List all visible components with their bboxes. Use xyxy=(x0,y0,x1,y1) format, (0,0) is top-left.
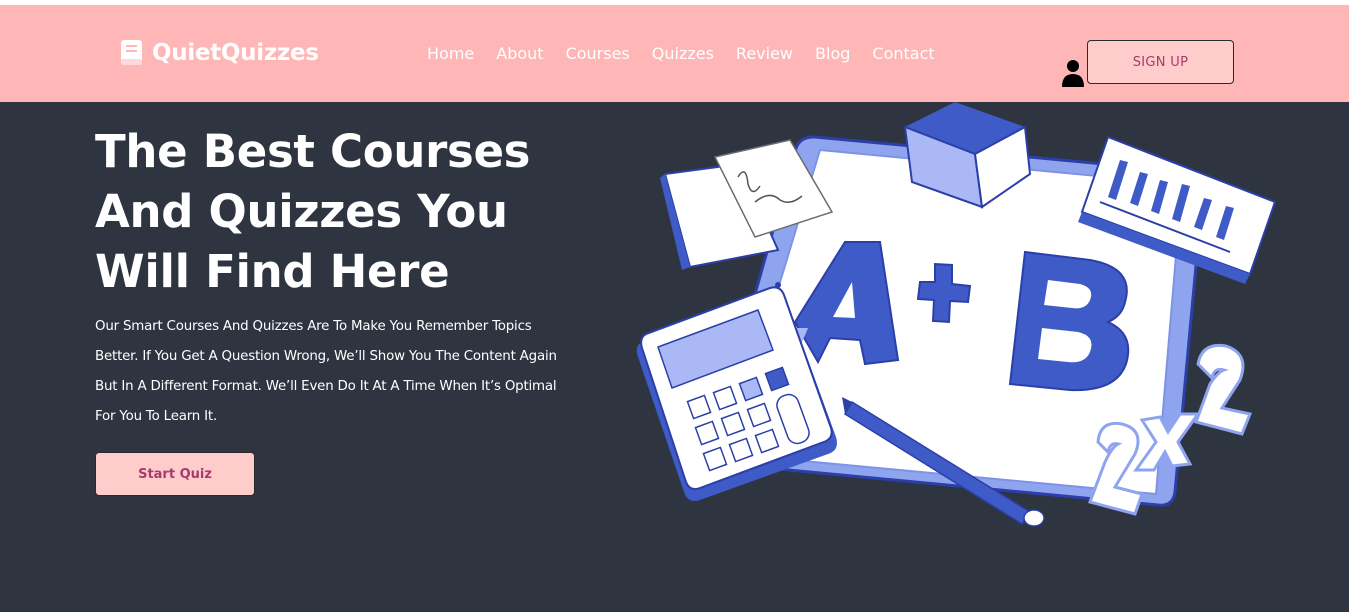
hero-title-line: Will Find Here xyxy=(95,245,450,298)
hero-description-line: Better. If You Get A Question Wrong, We’… xyxy=(95,349,557,364)
signup-button[interactable]: SIGN UP xyxy=(1087,40,1234,84)
hero-description-line: For You To Learn It. xyxy=(95,409,218,424)
hero-description-line: Our Smart Courses And Quizzes Are To Mak… xyxy=(95,319,532,334)
start-quiz-button[interactable]: Start Quiz xyxy=(95,452,255,496)
book-icon xyxy=(121,40,142,65)
user-icon[interactable] xyxy=(1061,58,1085,88)
hero-title: The Best Courses And Quizzes You Will Fi… xyxy=(95,122,615,302)
brand-logo[interactable]: QuietQuizzes xyxy=(120,39,319,66)
main-nav: Home About Courses Quizzes Review Blog C… xyxy=(427,44,957,63)
nav-courses[interactable]: Courses xyxy=(566,44,630,63)
brand-name: QuietQuizzes xyxy=(152,39,319,66)
hero-description: Our Smart Courses And Quizzes Are To Mak… xyxy=(95,312,595,432)
nav-review[interactable]: Review xyxy=(736,44,793,63)
nav-blog[interactable]: Blog xyxy=(815,44,850,63)
nav-about[interactable]: About xyxy=(496,44,543,63)
nav-home[interactable]: Home xyxy=(427,44,474,63)
hero-illustration xyxy=(636,102,1277,527)
hero-title-line: And Quizzes You xyxy=(95,185,508,238)
hero-description-line: But In A Different Format. We’ll Even Do… xyxy=(95,379,557,394)
navbar: QuietQuizzes Home About Courses Quizzes … xyxy=(0,5,1349,102)
nav-contact[interactable]: Contact xyxy=(872,44,934,63)
hero-title-line: The Best Courses xyxy=(95,125,531,178)
nav-quizzes[interactable]: Quizzes xyxy=(652,44,714,63)
